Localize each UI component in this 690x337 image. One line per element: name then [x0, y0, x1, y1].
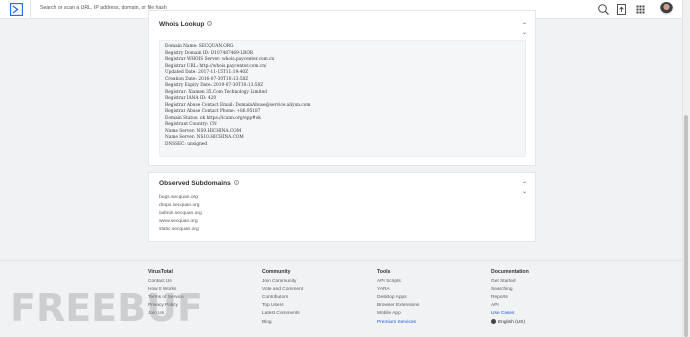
- subdomain-link[interactable]: www.secquan.org: [159, 218, 202, 226]
- subdomains-card: Observed Subdomains i ⌃ ⌄ bugs.secquan.org…: [148, 172, 536, 242]
- virustotal-logo-icon[interactable]: [9, 2, 24, 17]
- subdomain-link[interactable]: iadmin.secquan.org: [159, 210, 202, 218]
- search-icon[interactable]: [597, 3, 610, 16]
- whois-record: Domain Name: SECQUAN.ORG Registry Domain…: [159, 40, 526, 157]
- footer-col-community: Community Join Community Vote and Commen…: [262, 269, 303, 327]
- footer-heading: Tools: [377, 269, 391, 275]
- info-icon[interactable]: i: [207, 21, 213, 26]
- footer-link-join-community[interactable]: Join Community: [262, 278, 303, 286]
- subdomain-link[interactable]: bugs.secquan.org: [159, 194, 202, 202]
- subdomains-title-text: Observed Subdomains: [159, 180, 231, 187]
- language-label: English (US): [498, 319, 525, 325]
- info-icon[interactable]: i: [233, 180, 239, 185]
- footer-link-yara[interactable]: YARA: [377, 286, 419, 294]
- avatar[interactable]: [660, 2, 673, 15]
- upload-icon[interactable]: [615, 3, 628, 16]
- footer-link-mobile-app[interactable]: Mobile App: [377, 310, 419, 318]
- globe-icon: [491, 318, 496, 324]
- scrollbar-thumb[interactable]: [684, 115, 688, 337]
- footer-link-contact-us[interactable]: Contact Us: [148, 278, 184, 286]
- watermark-text: FREEBUF: [10, 286, 203, 330]
- footer-link-desktop-apps[interactable]: Desktop Apps: [377, 294, 419, 302]
- footer-col-tools: Tools API Scripts YARA Desktop Apps Brow…: [377, 269, 419, 327]
- footer-heading: Documentation: [491, 269, 529, 275]
- language-selector[interactable]: English (US): [491, 318, 529, 327]
- whois-card: Whois Lookup i ⌃ ⌄ Domain Name: SECQUAN.OR…: [148, 10, 536, 166]
- footer-link-vote-comment[interactable]: Vote and Comment: [262, 286, 303, 294]
- footer-link-top-users[interactable]: Top Users: [262, 302, 303, 310]
- footer-link-premium-services[interactable]: Premium Services: [377, 319, 419, 327]
- footer-link-api-scripts[interactable]: API Scripts: [377, 278, 419, 286]
- footer-heading: Community: [262, 269, 291, 275]
- whois-title-text: Whois Lookup: [159, 21, 205, 28]
- footer-col-documentation: Documentation Get Started Searching Repo…: [491, 269, 529, 327]
- grid-apps-icon[interactable]: [634, 3, 647, 16]
- footer-divider: [0, 260, 682, 261]
- footer-link-api[interactable]: API: [491, 302, 529, 310]
- subdomain-link[interactable]: static.secquan.org: [159, 226, 202, 234]
- subdomain-list: bugs.secquan.org drops.secquan.org iadmi…: [159, 194, 202, 234]
- whois-title: Whois Lookup i: [159, 21, 213, 28]
- footer-link-searching[interactable]: Searching: [491, 286, 529, 294]
- footer-link-browser-extensions[interactable]: Browser Extensions: [377, 302, 419, 310]
- footer-link-blog[interactable]: Blog: [262, 319, 303, 327]
- subdomain-link[interactable]: drops.secquan.org: [159, 202, 202, 210]
- topbar-divider: [30, 0, 31, 19]
- collapse-chevrons-icon[interactable]: ⌃ ⌄: [522, 181, 527, 195]
- subdomains-title: Observed Subdomains i: [159, 180, 239, 187]
- footer-link-contributors[interactable]: Contributors: [262, 294, 303, 302]
- whois-line: DNSSEC: unsigned: [165, 141, 208, 147]
- footer-link-latest-comments[interactable]: Latest Comments: [262, 310, 303, 318]
- collapse-chevrons-icon[interactable]: ⌃ ⌄: [522, 22, 527, 36]
- footer-link-get-started[interactable]: Get Started: [491, 278, 529, 286]
- footer-link-use-cases[interactable]: Use Cases: [491, 310, 529, 318]
- footer-link-reports[interactable]: Reports: [491, 294, 529, 302]
- footer-heading: VirusTotal: [148, 269, 173, 275]
